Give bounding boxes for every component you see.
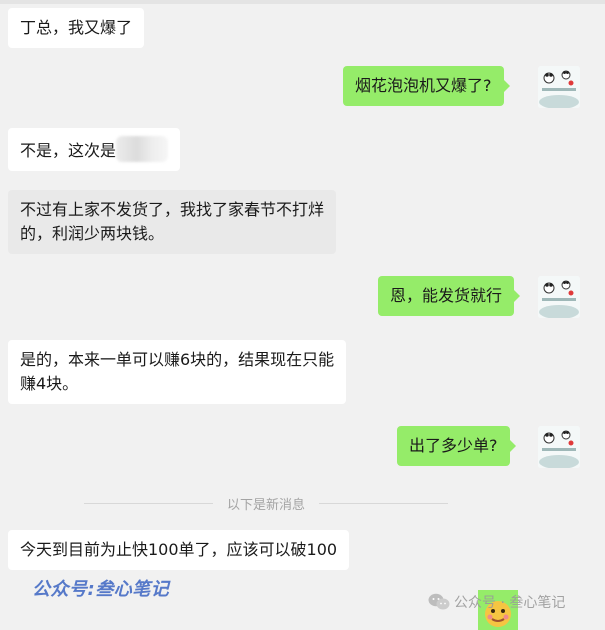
message-bubble-incoming[interactable]: 今天到目前为止快100单了，应该可以破100 — [8, 530, 350, 570]
message-bubble-outgoing[interactable]: 恩，能发货就行 — [378, 276, 521, 316]
watermark-right-text: 公众号 · 叁心笔记 — [454, 595, 566, 611]
message-bubble-incoming[interactable]: 是的，本来一单可以赚6块的，结果现在只能 赚4块。 — [8, 340, 347, 404]
message-text: 出了多少单? — [409, 436, 498, 455]
divider-rule — [319, 502, 449, 504]
message-text-line: 不过有上家不发货了，我找了家春节不打烊 — [20, 200, 325, 219]
wechat-logo-icon — [428, 593, 450, 610]
new-messages-divider: 以下是新消息 — [84, 493, 449, 513]
message-text: 今天到目前为止快100单了，应该可以破100 — [20, 540, 338, 559]
message-text: 丁总，我又爆了 — [20, 18, 133, 37]
message-bubble-incoming[interactable]: 不是，这次是 — [8, 128, 181, 171]
message-text: 恩，能发货就行 — [390, 286, 503, 305]
watermark-left: 公众号:叁心笔记 — [32, 579, 170, 600]
blurred-content — [116, 136, 169, 162]
panda-avatar-icon[interactable] — [538, 66, 580, 108]
panda-avatar-icon[interactable] — [538, 276, 580, 318]
message-text-line: 是的，本来一单可以赚6块的，结果现在只能 — [20, 350, 335, 369]
divider-label: 以下是新消息 — [227, 497, 306, 513]
message-bubble-incoming[interactable]: 不过有上家不发货了，我找了家春节不打烊 的，利润少两块钱。 — [8, 190, 337, 254]
message-text-line: 的，利润少两块钱。 — [20, 224, 165, 243]
top-border — [0, 0, 605, 4]
watermark-right: 公众号 · 叁心笔记 — [428, 592, 565, 612]
message-bubble-outgoing[interactable]: 出了多少单? — [397, 426, 515, 466]
message-text-line: 赚4块。 — [20, 374, 79, 393]
message-text: 不是，这次是 — [20, 141, 117, 160]
message-text: 烟花泡泡机又爆了? — [355, 76, 492, 95]
divider-rule — [84, 502, 213, 504]
panda-avatar-icon[interactable] — [538, 426, 580, 468]
message-bubble-outgoing[interactable]: 烟花泡泡机又爆了? — [343, 66, 509, 106]
message-bubble-incoming[interactable]: 丁总，我又爆了 — [8, 8, 145, 48]
